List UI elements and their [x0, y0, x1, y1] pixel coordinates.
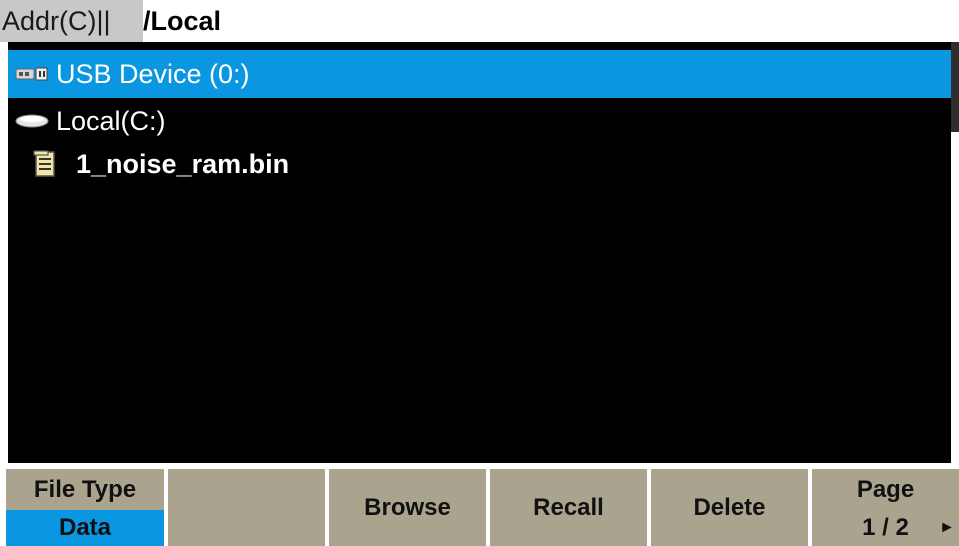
delete-softkey[interactable]: Delete [651, 469, 808, 546]
address-path: /Local [143, 6, 222, 36]
browser-item-label: Local(C:) [56, 106, 166, 136]
blank-softkey[interactable] [168, 469, 325, 546]
file-browser: USB Device (0:) Local(C:) 1_noise_ram.bi… [8, 42, 951, 463]
scrollbar-thumb[interactable] [951, 42, 959, 132]
recall-softkey[interactable]: Recall [490, 469, 647, 546]
browser-item-local-disk[interactable]: Local(C:) [8, 97, 951, 145]
browser-item-file[interactable]: 1_noise_ram.bin [8, 140, 951, 188]
softkey-bar: File Type Data Browse Recall Delete Page… [0, 463, 959, 546]
browse-label: Browse [364, 494, 451, 521]
address-bar: Addr(C)|| /Local [0, 0, 959, 42]
local-disk-icon [10, 97, 54, 145]
delete-label: Delete [693, 494, 766, 521]
browser-item-usb-device[interactable]: USB Device (0:) [8, 50, 951, 98]
recall-label: Recall [533, 494, 604, 521]
browser-scrollbar[interactable] [951, 42, 959, 463]
browse-softkey[interactable]: Browse [329, 469, 486, 546]
browser-item-label: USB Device (0:) [56, 59, 250, 89]
file-type-value: Data [6, 510, 164, 546]
page-softkey[interactable]: Page 1 / 2 ► [812, 469, 959, 546]
page-label: Page [856, 476, 915, 503]
file-icon [30, 140, 60, 188]
usb-drive-icon [12, 50, 52, 98]
address-label: Addr(C)|| [0, 0, 143, 42]
file-type-label: File Type [33, 476, 137, 503]
file-type-softkey[interactable]: File Type Data [6, 469, 164, 546]
page-value: 1 / 2 [862, 514, 909, 541]
browser-item-label: 1_noise_ram.bin [76, 149, 290, 179]
page-arrow-icon: ► [939, 519, 955, 536]
